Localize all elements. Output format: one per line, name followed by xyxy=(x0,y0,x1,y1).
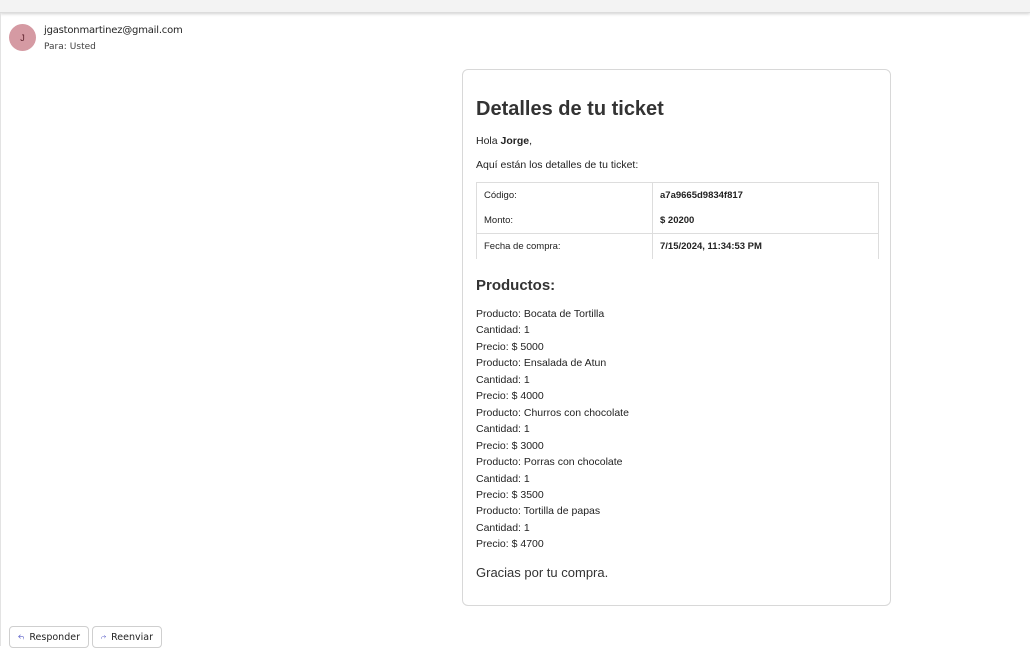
product-price: Precio: $ 3500 xyxy=(476,488,544,501)
detail-value-amount: $ 20200 xyxy=(652,208,879,234)
intro-text: Aquí están los detalles de tu ticket: xyxy=(476,159,639,171)
product-qty: Cantidad: 1 xyxy=(476,423,530,436)
top-toolbar-edge xyxy=(0,0,1030,13)
product-name: Producto: Ensalada de Atun xyxy=(476,357,607,370)
products-heading: Productos: xyxy=(476,277,556,294)
reply-arrow-icon xyxy=(18,634,25,640)
pane-divider xyxy=(0,13,1,646)
product-qty: Cantidad: 1 xyxy=(476,521,530,534)
detail-value-code: a7a9665d9834f817 xyxy=(652,182,879,208)
product-price: Precio: $ 4000 xyxy=(476,390,544,403)
product-name: Producto: Churros con chocolate xyxy=(476,406,629,419)
reply-button[interactable]: Responder xyxy=(9,626,89,648)
greeting-prefix: Hola xyxy=(476,135,501,147)
reply-label: Responder xyxy=(29,631,80,643)
product-qty: Cantidad: 1 xyxy=(476,472,530,485)
forward-label: Reenviar xyxy=(111,631,153,643)
product-price: Precio: $ 3000 xyxy=(476,439,544,452)
ticket-details-table: Código: a7a9665d9834f817 Monto: $ 20200 … xyxy=(476,182,879,259)
greeting-name: Jorge xyxy=(500,135,530,147)
greeting-suffix: , xyxy=(529,135,533,147)
detail-value-date: 7/15/2024, 11:34:53 PM xyxy=(652,233,879,259)
detail-label-date: Fecha de compra: xyxy=(476,233,653,259)
forward-button[interactable]: Reenviar xyxy=(92,626,162,648)
to-value[interactable]: Usted xyxy=(70,42,96,52)
product-name: Producto: Bocata de Tortilla xyxy=(476,308,605,320)
product-qty: Cantidad: 1 xyxy=(476,324,530,337)
product-qty: Cantidad: 1 xyxy=(476,373,530,386)
product-price: Precio: $ 5000 xyxy=(476,340,544,353)
table-row: Monto: $ 20200 xyxy=(476,208,879,234)
ticket-card: Detalles de tu ticket Hola Jorge, Aquí e… xyxy=(462,69,891,606)
product-price: Precio: $ 4700 xyxy=(476,538,544,551)
ticket-title: Detalles de tu ticket xyxy=(476,98,664,120)
product-name: Producto: Tortilla de papas xyxy=(476,505,601,518)
product-name: Producto: Porras con chocolate xyxy=(476,456,623,469)
products-list: Producto: Bocata de Tortilla Cantidad: 1… xyxy=(476,306,629,553)
forward-arrow-icon xyxy=(101,635,106,639)
table-row: Código: a7a9665d9834f817 xyxy=(476,182,879,208)
table-row: Fecha de compra: 7/15/2024, 11:34:53 PM xyxy=(476,233,879,259)
sender-avatar[interactable]: J xyxy=(9,24,36,51)
thanks-text: Gracias por tu compra. xyxy=(476,565,609,580)
recipient-line: Para: Usted xyxy=(44,42,99,52)
greeting: Hola Jorge, xyxy=(476,135,532,147)
detail-label-amount: Monto: xyxy=(476,208,653,234)
to-label: Para: xyxy=(44,42,67,52)
detail-label-code: Código: xyxy=(476,182,653,208)
sender-email[interactable]: jgastonmartinez@gmail.com xyxy=(44,25,183,36)
